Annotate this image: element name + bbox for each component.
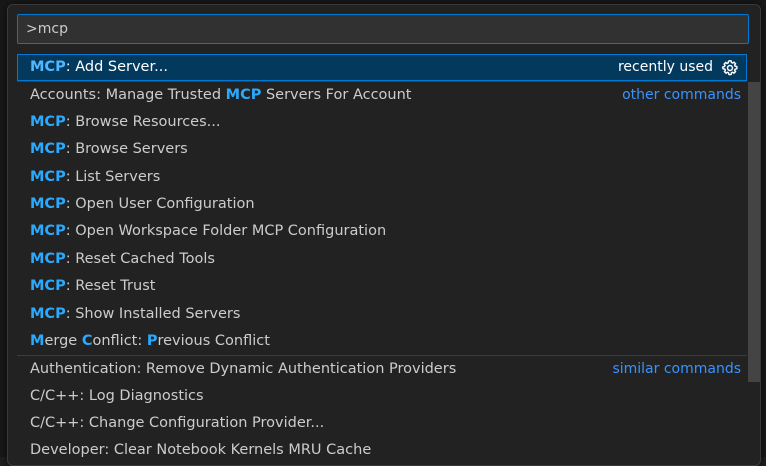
match-highlight: MCP: [30, 305, 66, 322]
command-label: MCP: Open Workspace Folder MCP Configura…: [30, 223, 386, 239]
match-highlight: MCP: [30, 59, 66, 75]
label-text: : Reset Cached Tools: [65, 250, 215, 267]
command-item[interactable]: Accounts: Manage Trusted MCP Servers For…: [17, 81, 747, 108]
match-highlight: M: [30, 332, 45, 349]
command-item[interactable]: Authentication: Remove Dynamic Authentic…: [17, 355, 747, 382]
label-text: : List Servers: [65, 168, 161, 185]
command-label: MCP: Browse Servers: [30, 141, 188, 157]
label-text: : Add Server...: [65, 59, 168, 75]
command-label: C/C++: Change Configuration Provider...: [30, 415, 324, 431]
label-text: Accounts: Manage Trusted: [30, 87, 226, 104]
command-label: MCP: Add Server...: [30, 59, 168, 75]
command-item-meta: recently used: [618, 54, 741, 81]
gear-icon[interactable]: [721, 59, 739, 77]
match-highlight: MCP: [30, 195, 66, 212]
label-text: Authentication: Remove Dynamic Authentic…: [30, 361, 457, 378]
command-item[interactable]: MCP: Open Workspace Folder MCP Configura…: [17, 218, 747, 245]
command-label: MCP: Reset Trust: [30, 278, 155, 294]
command-item-meta: similar commands: [612, 356, 741, 382]
label-text: : Open User Configuration: [65, 195, 255, 212]
command-palette: MCP: Add Server...recently usedAccounts:…: [7, 4, 761, 466]
label-text: C/C++: Log Diagnostics: [30, 387, 204, 404]
command-item[interactable]: MCP: List Servers: [17, 164, 747, 191]
match-highlight: MCP: [30, 223, 66, 240]
command-label: MCP: Open User Configuration: [30, 196, 255, 212]
command-item[interactable]: MCP: Open User Configuration: [17, 191, 747, 218]
group-label: recently used: [617, 59, 713, 75]
match-highlight: MCP: [30, 250, 66, 267]
command-item[interactable]: Developer: Clear Notebook Kernels MRU Ca…: [17, 437, 747, 464]
command-label: MCP: List Servers: [30, 169, 160, 185]
label-text: : Browse Resources...: [65, 113, 221, 130]
label-text: Developer: Clear Notebook Kernels MRU Ca…: [30, 442, 372, 459]
label-text: C/C++: Change Configuration Provider...: [30, 415, 325, 432]
command-item[interactable]: Merge Conflict: Previous Conflict: [17, 328, 747, 355]
command-label: Developer: Clear Notebook Kernels MRU Ca…: [30, 442, 371, 458]
scrollbar[interactable]: [748, 82, 760, 382]
command-item[interactable]: MCP: Reset Cached Tools: [17, 246, 747, 273]
command-item[interactable]: MCP: Reset Trust: [17, 273, 747, 300]
command-item-meta: other commands: [622, 82, 741, 108]
label-text: erge: [44, 332, 82, 349]
command-item[interactable]: MCP: Add Server... recently used: [17, 54, 747, 82]
label-text: : Reset Trust: [65, 278, 156, 295]
match-highlight: MCP: [30, 113, 66, 130]
command-label: Authentication: Remove Dynamic Authentic…: [30, 361, 456, 377]
command-item[interactable]: C/C++: Change Configuration Provider...: [17, 410, 747, 437]
command-palette-input[interactable]: [17, 14, 749, 44]
command-label: Accounts: Manage Trusted MCP Servers For…: [30, 87, 412, 103]
label-text: : Browse Servers: [65, 141, 188, 158]
command-item[interactable]: C/C++: Log Diagnostics: [17, 383, 747, 410]
group-label: similar commands: [612, 360, 741, 377]
match-highlight: P: [146, 332, 158, 349]
match-highlight: MCP: [225, 87, 262, 104]
label-text: onflict:: [92, 332, 147, 349]
group-label: other commands: [622, 86, 741, 103]
command-label: MCP: Browse Resources...: [30, 114, 220, 130]
command-item[interactable]: MCP: Show Installed Servers: [17, 301, 747, 328]
label-text: : Open Workspace Folder MCP Configuratio…: [65, 223, 387, 240]
command-label: MCP: Show Installed Servers: [30, 306, 240, 322]
command-label: MCP: Reset Cached Tools: [30, 251, 215, 267]
command-item[interactable]: MCP: Browse Servers: [17, 136, 747, 163]
label-text: : Show Installed Servers: [65, 305, 241, 322]
match-highlight: C: [81, 332, 93, 349]
command-label: C/C++: Log Diagnostics: [30, 388, 204, 404]
match-highlight: MCP: [30, 278, 66, 295]
match-highlight: MCP: [30, 141, 66, 158]
label-text: Servers For Account: [261, 87, 412, 104]
command-item[interactable]: MCP: Browse Resources...: [17, 109, 747, 136]
command-label: Merge Conflict: Previous Conflict: [30, 333, 270, 349]
match-highlight: MCP: [30, 168, 66, 185]
command-list: MCP: Add Server... recently used Accounts:…: [17, 54, 747, 465]
label-text: revious Conflict: [157, 332, 270, 349]
